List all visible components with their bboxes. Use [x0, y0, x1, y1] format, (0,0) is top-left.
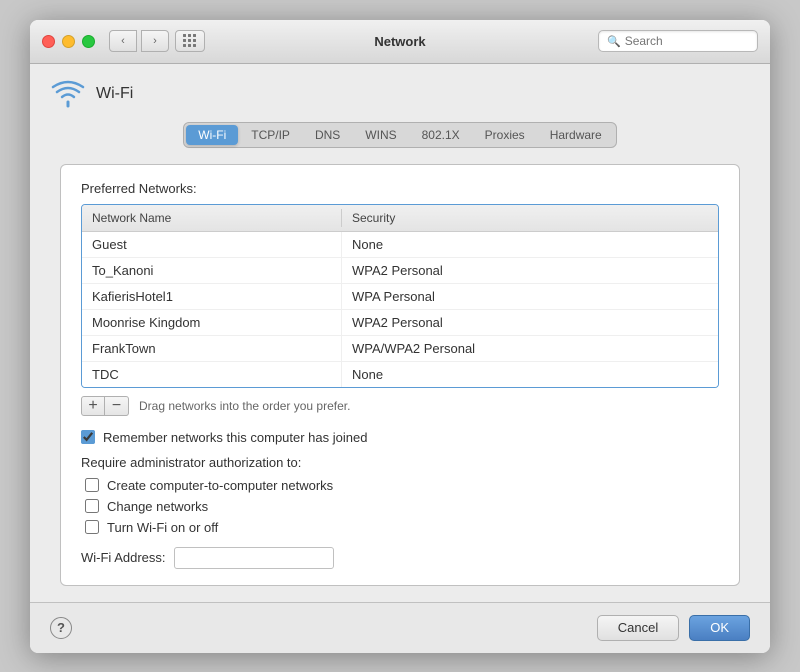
maximize-button[interactable] — [82, 35, 95, 48]
network-window: ‹ › Network 🔍 Wi-Fi — [30, 20, 770, 653]
traffic-lights — [42, 35, 95, 48]
nav-buttons: ‹ › — [109, 30, 169, 52]
auth-option-create: Create computer-to-computer networks — [85, 478, 719, 493]
table-row[interactable]: KafierisHotel1 WPA Personal — [82, 284, 718, 310]
col-header-name: Network Name — [82, 209, 342, 227]
cell-name-3: Moonrise Kingdom — [82, 310, 342, 335]
table-row[interactable]: Guest None — [82, 232, 718, 258]
wifi-address-row: Wi-Fi Address: — [81, 547, 719, 569]
table-controls: + − Drag networks into the order you pre… — [81, 396, 719, 416]
help-button[interactable]: ? — [50, 617, 72, 639]
cell-security-4: WPA/WPA2 Personal — [342, 336, 718, 361]
cell-security-0: None — [342, 232, 718, 257]
main-content: Wi-Fi Wi-Fi TCP/IP DNS WINS 802.1X Proxi… — [30, 64, 770, 602]
cell-name-5: TDC — [82, 362, 342, 387]
cell-security-3: WPA2 Personal — [342, 310, 718, 335]
back-button[interactable]: ‹ — [109, 30, 137, 52]
search-box[interactable]: 🔍 — [598, 30, 758, 52]
auth-create-label: Create computer-to-computer networks — [107, 478, 333, 493]
table-body: Guest None To_Kanoni WPA2 Personal Kafie… — [82, 232, 718, 387]
wifi-address-input[interactable] — [174, 547, 334, 569]
auth-turnoff-checkbox[interactable] — [85, 520, 99, 534]
auth-turnoff-label: Turn Wi-Fi on or off — [107, 520, 218, 535]
grid-button[interactable] — [175, 30, 205, 52]
wifi-address-label: Wi-Fi Address: — [81, 550, 166, 565]
remember-networks-row: Remember networks this computer has join… — [81, 430, 719, 445]
tab-dot1x[interactable]: 802.1X — [410, 125, 472, 145]
tab-wifi[interactable]: Wi-Fi — [186, 125, 238, 145]
table-row[interactable]: TDC None — [82, 362, 718, 387]
wifi-icon — [50, 80, 86, 108]
auth-change-checkbox[interactable] — [85, 499, 99, 513]
remember-networks-label: Remember networks this computer has join… — [103, 430, 367, 445]
tabs-container: Wi-Fi TCP/IP DNS WINS 802.1X Proxies Har… — [50, 122, 750, 148]
section-title: Wi-Fi — [96, 85, 133, 103]
add-network-button[interactable]: + — [81, 396, 105, 416]
networks-table: Network Name Security Guest None To_Kano… — [81, 204, 719, 388]
remember-networks-checkbox[interactable] — [81, 430, 95, 444]
tab-wins[interactable]: WINS — [353, 125, 408, 145]
window-title: Network — [374, 34, 425, 49]
close-button[interactable] — [42, 35, 55, 48]
auth-create-checkbox[interactable] — [85, 478, 99, 492]
tab-tcpip[interactable]: TCP/IP — [239, 125, 302, 145]
remove-network-button[interactable]: − — [105, 396, 129, 416]
search-icon: 🔍 — [607, 35, 621, 48]
col-header-security: Security — [342, 209, 718, 227]
auth-option-turnoff: Turn Wi-Fi on or off — [85, 520, 719, 535]
table-row[interactable]: Moonrise Kingdom WPA2 Personal — [82, 310, 718, 336]
table-row[interactable]: To_Kanoni WPA2 Personal — [82, 258, 718, 284]
cancel-button[interactable]: Cancel — [597, 615, 679, 641]
search-input[interactable] — [625, 34, 749, 48]
cell-name-2: KafierisHotel1 — [82, 284, 342, 309]
auth-change-label: Change networks — [107, 499, 208, 514]
tab-proxies[interactable]: Proxies — [473, 125, 537, 145]
forward-button[interactable]: › — [141, 30, 169, 52]
table-header: Network Name Security — [82, 205, 718, 232]
cell-security-5: None — [342, 362, 718, 387]
auth-section-label: Require administrator authorization to: — [81, 455, 719, 470]
bottom-actions: Cancel OK — [597, 615, 750, 641]
table-row[interactable]: FrankTown WPA/WPA2 Personal — [82, 336, 718, 362]
grid-icon — [183, 34, 197, 48]
cell-name-0: Guest — [82, 232, 342, 257]
cell-security-1: WPA2 Personal — [342, 258, 718, 283]
minimize-button[interactable] — [62, 35, 75, 48]
tab-dns[interactable]: DNS — [303, 125, 352, 145]
tabs: Wi-Fi TCP/IP DNS WINS 802.1X Proxies Har… — [183, 122, 616, 148]
cell-security-2: WPA Personal — [342, 284, 718, 309]
ok-button[interactable]: OK — [689, 615, 750, 641]
preferred-networks-label: Preferred Networks: — [81, 181, 719, 196]
cell-name-4: FrankTown — [82, 336, 342, 361]
tab-hardware[interactable]: Hardware — [538, 125, 614, 145]
section-header: Wi-Fi — [50, 80, 750, 108]
cell-name-1: To_Kanoni — [82, 258, 342, 283]
auth-options: Create computer-to-computer networks Cha… — [85, 478, 719, 535]
auth-option-change: Change networks — [85, 499, 719, 514]
titlebar: ‹ › Network 🔍 — [30, 20, 770, 64]
wifi-panel: Preferred Networks: Network Name Securit… — [60, 164, 740, 586]
bottom-bar: ? Cancel OK — [30, 602, 770, 653]
drag-hint: Drag networks into the order you prefer. — [139, 399, 350, 413]
